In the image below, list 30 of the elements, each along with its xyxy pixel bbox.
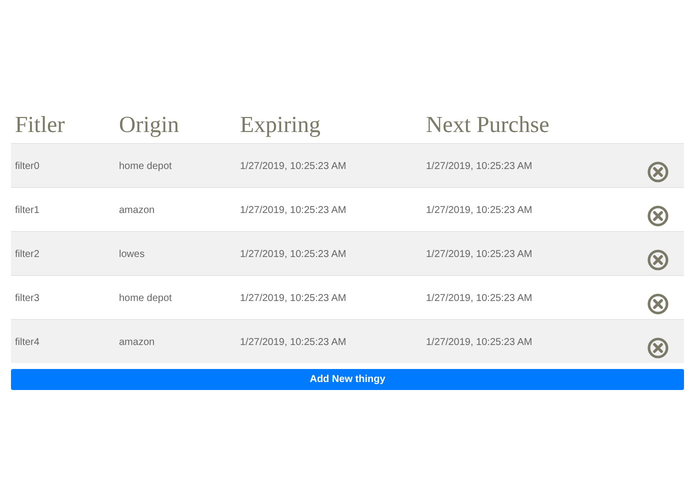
remove-icon[interactable] [647, 336, 669, 358]
column-header: Expiring [240, 112, 320, 137]
table-cell: filter4 [15, 337, 40, 348]
column-header: Origin [119, 112, 180, 137]
remove-icon[interactable] [647, 204, 669, 226]
table-cell: 1/27/2019, 10:25:23 AM [240, 293, 346, 304]
table-cell: amazon [119, 205, 155, 216]
table-cell: amazon [119, 337, 155, 348]
table-cell: home depot [119, 161, 172, 172]
table-cell: 1/27/2019, 10:25:23 AM [240, 161, 346, 172]
table-cell: 1/27/2019, 10:25:23 AM [240, 249, 346, 260]
remove-icon[interactable] [647, 160, 669, 182]
table-cell: 1/27/2019, 10:25:23 AM [426, 161, 532, 172]
remove-icon[interactable] [647, 248, 669, 270]
table-cell: 1/27/2019, 10:25:23 AM [426, 249, 532, 260]
table-cell: filter3 [15, 293, 40, 304]
column-header: Fitler [15, 112, 65, 137]
table-cell: 1/27/2019, 10:25:23 AM [240, 337, 346, 348]
table-cell: lowes [119, 249, 145, 260]
remove-icon[interactable] [647, 292, 669, 314]
add-button[interactable]: Add New thingy [11, 369, 684, 390]
table-cell: 1/27/2019, 10:25:23 AM [426, 337, 532, 348]
table-cell: filter0 [15, 161, 40, 172]
column-header: Next Purchse [426, 112, 550, 137]
table-cell: home depot [119, 293, 172, 304]
table-cell: 1/27/2019, 10:25:23 AM [426, 205, 532, 216]
table-cell: 1/27/2019, 10:25:23 AM [426, 293, 532, 304]
table-cell: filter1 [15, 205, 40, 216]
table-cell: filter2 [15, 249, 40, 260]
table-cell: 1/27/2019, 10:25:23 AM [240, 205, 346, 216]
